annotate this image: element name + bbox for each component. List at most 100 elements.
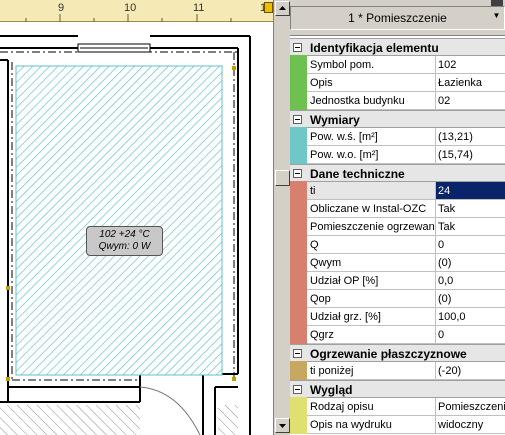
column-divider	[435, 326, 436, 344]
category-color-bar	[290, 271, 307, 290]
properties-panel: 1 * Pomieszczenie ▼ Identyfikacja elemen…	[290, 0, 505, 435]
collapse-icon[interactable]	[293, 43, 302, 52]
room-label[interactable]: 102 +24 °C Qwym: 0 W	[86, 226, 163, 256]
property-label: Pow. w.ś. [m²]	[310, 131, 378, 143]
column-divider	[435, 74, 436, 92]
property-row[interactable]: Udział grz. [%] 100,0	[290, 307, 505, 326]
property-row[interactable]: Udział OP [%] 0,0	[290, 271, 505, 290]
door-swing	[139, 386, 201, 435]
column-divider	[435, 182, 436, 200]
column-divider	[435, 290, 436, 308]
column-divider	[435, 218, 436, 236]
column-divider	[435, 272, 436, 290]
column-divider	[435, 128, 436, 146]
property-row[interactable]: Pomieszczenie ogrzewane Tak	[290, 217, 505, 236]
property-row[interactable]: Opis na wydruku widoczny	[290, 415, 505, 434]
column-divider	[435, 200, 436, 218]
column-divider	[435, 56, 436, 74]
category-color-bar	[290, 253, 307, 272]
vertical-scrollbar[interactable]	[273, 0, 290, 435]
property-row[interactable]: Jednostka budynku 02	[290, 91, 505, 110]
panel-header: 1 * Pomieszczenie ▼	[290, 0, 505, 36]
collapse-icon[interactable]	[293, 385, 302, 394]
column-divider	[435, 398, 436, 416]
section-title: Wygląd	[310, 383, 353, 397]
category-color-bar	[290, 289, 307, 308]
category-color-bar	[290, 181, 307, 200]
scroll-up-button[interactable]	[275, 1, 290, 16]
property-value[interactable]: Tak	[438, 221, 505, 233]
property-row[interactable]: Obliczane w Instal-OZC Tak	[290, 199, 505, 218]
column-divider	[435, 236, 436, 254]
collapse-icon[interactable]	[293, 349, 302, 358]
property-value[interactable]: widoczny	[438, 419, 505, 431]
column-divider	[435, 92, 436, 110]
property-value[interactable]: (0)	[438, 257, 505, 269]
dropdown-arrow-icon[interactable]: ▼	[490, 10, 503, 22]
column-divider	[435, 416, 436, 434]
property-row[interactable]: Qgrz 0	[290, 325, 505, 344]
collapse-icon[interactable]	[293, 115, 302, 124]
section-header[interactable]: Wymiary	[290, 110, 505, 128]
property-label: ti poniżej	[310, 365, 354, 377]
category-color-bar	[290, 307, 307, 326]
category-color-bar	[290, 145, 307, 164]
window	[77, 43, 151, 53]
column-divider	[435, 308, 436, 326]
property-value[interactable]: 0	[438, 329, 505, 341]
property-value[interactable]: 0,0	[438, 275, 505, 287]
property-label: Qop	[310, 293, 331, 305]
property-row[interactable]: Opis Łazienka	[290, 73, 505, 92]
section-header[interactable]: Ogrzewanie płaszczyznowe	[290, 344, 505, 362]
section-header[interactable]: Wygląd	[290, 380, 505, 398]
category-color-bar	[290, 415, 307, 434]
property-row[interactable]: Qop (0)	[290, 289, 505, 308]
property-value[interactable]: (-20)	[438, 365, 505, 377]
category-color-bar	[290, 325, 307, 344]
property-value[interactable]: (13,21)	[438, 131, 505, 143]
scroll-thumb[interactable]	[275, 170, 290, 186]
section-header[interactable]: Identyfikacja elementu	[290, 38, 505, 56]
section-title: Wymiary	[310, 113, 360, 127]
ruler-ticks	[25, 14, 232, 22]
property-value[interactable]: 0	[438, 239, 505, 251]
section-header[interactable]: Dane techniczne	[290, 164, 505, 182]
category-color-bar	[290, 73, 307, 92]
panel-title[interactable]: 1 * Pomieszczenie	[290, 6, 505, 30]
section-title: Identyfikacja elementu	[310, 41, 439, 55]
property-value[interactable]: 02	[438, 95, 505, 107]
property-row[interactable]: ti 24	[290, 181, 505, 200]
property-value[interactable]: (0)	[438, 293, 505, 305]
scroll-down-button[interactable]	[275, 418, 290, 433]
property-row[interactable]: ti poniżej (-20)	[290, 361, 505, 380]
property-label: Jednostka budynku	[310, 95, 405, 107]
property-row[interactable]: Symbol pom. 102	[290, 55, 505, 74]
category-color-bar	[290, 397, 307, 416]
property-value[interactable]: Pomieszczeni	[438, 401, 505, 413]
property-row[interactable]: Pow. w.o. [m²] (15,74)	[290, 145, 505, 164]
property-label: Opis na wydruku	[310, 419, 392, 431]
drawing-canvas[interactable]: 9 10 11 12	[0, 0, 273, 435]
category-color-bar	[290, 91, 307, 110]
horizontal-ruler: 9 10 11 12	[0, 0, 273, 22]
column-divider	[435, 254, 436, 272]
category-color-bar	[290, 361, 307, 380]
property-row[interactable]: Qwym (0)	[290, 253, 505, 272]
property-row[interactable]: Q0	[290, 235, 505, 254]
column-divider	[435, 146, 436, 164]
property-value[interactable]: 24	[438, 185, 505, 197]
room-label-line1: 102 +24 °C	[99, 229, 150, 240]
property-label: Qgrz	[310, 329, 334, 341]
property-label: Pomieszczenie ogrzewane	[310, 221, 435, 233]
collapse-icon[interactable]	[293, 169, 302, 178]
category-color-bar	[290, 199, 307, 218]
property-row[interactable]: Pow. w.ś. [m²] (13,21)	[290, 127, 505, 146]
property-value[interactable]: Łazienka	[438, 77, 505, 89]
property-row[interactable]: Rodzaj opisu Pomieszczeni	[290, 397, 505, 416]
property-value[interactable]: 102	[438, 59, 505, 71]
property-label: Q	[310, 239, 319, 251]
property-value[interactable]: Tak	[438, 203, 505, 215]
arrow-up-icon	[279, 6, 286, 10]
property-value[interactable]: (15,74)	[438, 149, 505, 161]
property-value[interactable]: 100,0	[438, 311, 505, 323]
